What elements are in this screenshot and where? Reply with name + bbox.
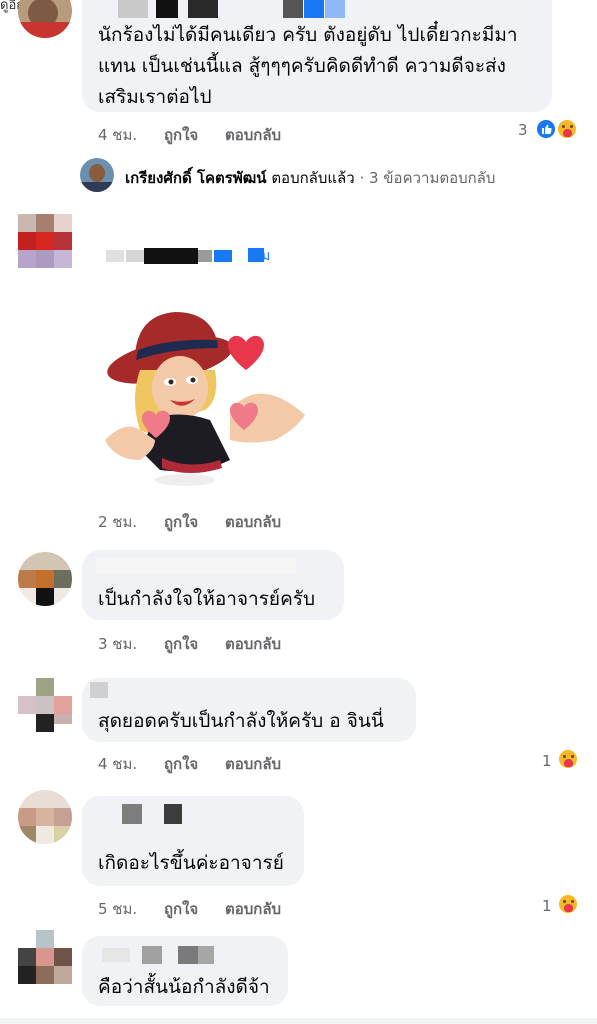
like-link[interactable]: ถูกใจ (164, 126, 198, 144)
like-icon (535, 118, 557, 140)
comment-bubble: เป็นกำลังใจให้อาจารย์ครับ (82, 550, 344, 620)
comment-time[interactable]: 2 ชม. (98, 513, 137, 531)
comment-meta: 5 ชม. ถูกใจ ตอบกลับ (98, 897, 303, 921)
comment-bubble: นักร้องไม่ได้มีคนเดียว ครับ ตังอยู่ดับ ไ… (82, 0, 552, 112)
comment-bubble: เกิดอะไรขึ้นค่ะอาจารย์ (82, 796, 304, 886)
comment-meta: 2 ชม. ถูกใจ ตอบกลับ (98, 510, 303, 534)
comment-text-line: แทน เป็นเช่นนี้แล สู้ๆๆๆครับคิดดีทำดี คว… (98, 55, 506, 77)
reply-link[interactable]: ตอบกลับ (225, 755, 281, 773)
reply-link[interactable]: ตอบกลับ (225, 513, 281, 531)
like-link[interactable]: ถูกใจ (164, 755, 198, 773)
like-link[interactable]: ถูกใจ (164, 513, 198, 531)
avatar[interactable] (18, 930, 72, 984)
comment-time[interactable]: 4 ชม. (98, 126, 137, 144)
avatar[interactable] (18, 790, 72, 844)
reaction-count[interactable]: 1 (542, 897, 552, 915)
name-partial: ม (261, 248, 271, 264)
comment-meta: 3 ชม. ถูกใจ ตอบกลับ (98, 632, 303, 656)
reply-link[interactable]: ตอบกลับ (225, 635, 281, 653)
comment-text: สุดยอดครับเป็นกำลังให้ครับ อ จินนี่ (98, 710, 384, 732)
avatar[interactable] (18, 0, 72, 38)
comment-bubble: สุดยอดครับเป็นกำลังให้ครับ อ จินนี่ (82, 678, 416, 742)
comment-text-line: เสริมเราต่อไป (98, 86, 212, 108)
avatar[interactable] (18, 552, 72, 606)
commenter-name[interactable] (96, 558, 296, 574)
commenter-name[interactable] (118, 0, 345, 18)
reply-link[interactable]: ตอบกลับ (225, 126, 281, 144)
comment-time[interactable]: 3 ชม. (98, 635, 137, 653)
care-icon (556, 118, 578, 140)
avatar[interactable] (18, 214, 72, 268)
divider (0, 1018, 597, 1024)
commenter-name[interactable] (122, 804, 222, 826)
comment-time[interactable]: 5 ชม. (98, 900, 137, 918)
replier-name[interactable]: เกรียงศักดิ์ โคตรพัฒน์ (125, 169, 267, 187)
commenter-name[interactable] (90, 682, 108, 698)
care-icon (557, 893, 579, 915)
sticker-image[interactable] (100, 300, 310, 490)
reaction-count[interactable]: 3 (518, 121, 528, 139)
comment-meta: 4 ชม. ถูกใจ ตอบกลับ (98, 752, 303, 776)
like-link[interactable]: ถูกใจ (164, 635, 198, 653)
comment-bubble: คือว่าสั้นน้อกำลังดีจ้า (82, 936, 288, 1006)
commenter-name[interactable]: ม (106, 248, 276, 264)
like-link[interactable]: ถูกใจ (164, 900, 198, 918)
comment-text: คือว่าสั้นน้อกำลังดีจ้า (98, 976, 270, 998)
reply-count[interactable]: · 3 ข้อความตอบกลับ (359, 169, 495, 187)
care-icon (557, 748, 579, 770)
comment-text: เป็นกำลังใจให้อาจารย์ครับ (98, 588, 316, 610)
replier-avatar[interactable] (80, 158, 114, 192)
comment-meta: 4 ชม. ถูกใจ ตอบกลับ (98, 123, 303, 147)
avatar[interactable] (18, 678, 72, 732)
reply-link[interactable]: ตอบกลับ (225, 900, 281, 918)
comment-text: เกิดอะไรขึ้นค่ะอาจารย์ (98, 852, 284, 874)
comment-time[interactable]: 4 ชม. (98, 755, 137, 773)
reaction-count[interactable]: 1 (542, 752, 552, 770)
reply-summary[interactable]: เกรียงศักดิ์ โคตรพัฒน์ ตอบกลับแล้ว · 3 ข… (125, 166, 495, 190)
reply-action: ตอบกลับแล้ว (271, 169, 355, 187)
comment-text-line: นักร้องไม่ได้มีคนเดียว ครับ ตังอยู่ดับ ไ… (98, 24, 518, 46)
commenter-name[interactable] (102, 946, 222, 964)
